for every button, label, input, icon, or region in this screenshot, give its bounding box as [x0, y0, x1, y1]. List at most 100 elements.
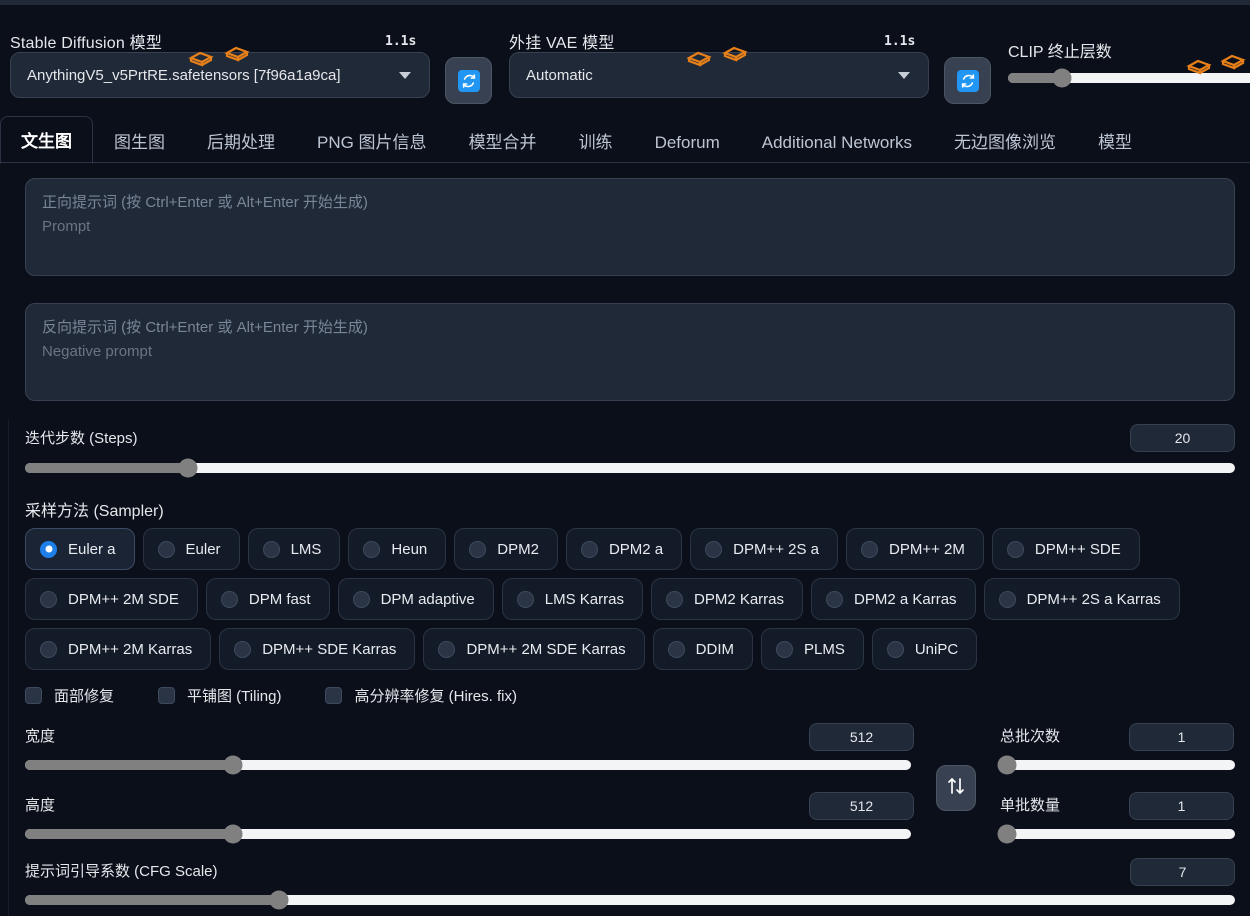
steps-label: 迭代步数 (Steps): [25, 430, 138, 447]
negative-prompt-input[interactable]: 反向提示词 (按 Ctrl+Enter 或 Alt+Enter 开始生成) Ne…: [25, 303, 1235, 401]
checkbox-item-2[interactable]: 高分辨率修复 (Hires. fix): [325, 685, 517, 706]
sampler-option-dpm-sde-karras[interactable]: DPM++ SDE Karras: [219, 628, 416, 670]
batch-count-label: 总批次数: [1000, 728, 1061, 745]
radio-dot-icon: [352, 590, 370, 608]
batch-count-slider-knob[interactable]: [997, 755, 1017, 775]
sampler-option-euler[interactable]: Euler: [142, 528, 240, 570]
steps-slider[interactable]: [25, 458, 1235, 478]
steps-slider-fill: [25, 463, 189, 473]
checkbox-item-0[interactable]: 面部修复: [25, 685, 114, 706]
batch-size-value-input[interactable]: 1: [1129, 792, 1234, 820]
tab-5[interactable]: 训练: [558, 117, 634, 164]
tab-label: 后期处理: [207, 133, 275, 152]
checkbox-icon[interactable]: [325, 687, 343, 704]
cfg-scale-value-input[interactable]: 7: [1130, 858, 1235, 886]
main-tabs: 文生图 图生图 后期处理 PNG 图片信息 模型合并 训练 Deforum Additiona…: [0, 116, 1250, 164]
steps-value-input[interactable]: 20: [1130, 424, 1235, 452]
radio-dot-icon: [826, 590, 844, 608]
sampler-option-label: DPM fast: [248, 590, 311, 608]
batch-size-slider-knob[interactable]: [997, 824, 1017, 844]
sampler-option-ddim[interactable]: DDIM: [652, 628, 753, 670]
batch-size-slider[interactable]: [997, 824, 1235, 844]
sampler-option-label: Euler a: [68, 540, 116, 558]
sampler-option-label: DPM++ SDE: [1034, 540, 1121, 558]
positive-prompt-input[interactable]: 正向提示词 (按 Ctrl+Enter 或 Alt+Enter 开始生成) Pr…: [25, 178, 1235, 276]
vae-model-value: Automatic: [526, 66, 593, 84]
tab-0[interactable]: 文生图: [0, 116, 93, 164]
tab-3[interactable]: PNG 图片信息: [296, 117, 448, 164]
sampler-option-dpm2-a[interactable]: DPM2 a: [565, 528, 683, 570]
checkbox-icon[interactable]: [25, 687, 42, 704]
sampler-option-dpm-adaptive[interactable]: DPM adaptive: [337, 578, 494, 620]
sampler-option-dpm2-karras[interactable]: DPM2 Karras: [650, 578, 804, 620]
sd-model-label: Stable Diffusion 模型: [10, 35, 163, 52]
sd-model-dropdown[interactable]: AnythingV5_v5PrtRE.safetensors [7f96a1a9…: [10, 52, 430, 98]
sampler-radio-group: Euler a Euler LMS Heun DPM2 DPM2 a DPM++ 2S a D…: [25, 528, 1250, 670]
clip-skip-label: CLIP 终止层数: [1008, 44, 1112, 61]
sampler-option-dpm-2m-sde[interactable]: DPM++ 2M SDE: [25, 578, 198, 620]
clip-skip-slider-knob[interactable]: [1052, 68, 1072, 88]
height-slider[interactable]: [25, 824, 911, 844]
width-slider[interactable]: [25, 755, 911, 775]
radio-dot-icon: [667, 640, 685, 658]
height-value-input[interactable]: 512: [809, 792, 914, 820]
cfg-scale-slider[interactable]: [25, 890, 1235, 910]
radio-dot-icon: [157, 540, 175, 558]
width-slider-knob[interactable]: [223, 755, 243, 775]
swap-dimensions-button[interactable]: [936, 765, 976, 811]
sampler-option-dpm-2m[interactable]: DPM++ 2M: [846, 528, 984, 570]
clip-skip-field: CLIP 终止层数: [1008, 38, 1250, 88]
sampler-option-euler-a[interactable]: Euler a: [25, 528, 135, 570]
sampler-option-lms[interactable]: LMS: [247, 528, 341, 570]
tab-label: 文生图: [21, 132, 72, 151]
vae-model-refresh-button[interactable]: [944, 57, 991, 104]
sampler-option-dpm-2s-a[interactable]: DPM++ 2S a: [690, 528, 839, 570]
negative-prompt-placeholder-line2: Negative prompt: [42, 343, 153, 361]
checkbox-item-1[interactable]: 平铺图 (Tiling): [158, 685, 281, 706]
sampler-option-dpm-sde[interactable]: DPM++ SDE: [991, 528, 1140, 570]
chevron-down-icon: [898, 71, 910, 79]
radio-dot-icon: [665, 590, 683, 608]
sampler-option-lms-karras[interactable]: LMS Karras: [501, 578, 643, 620]
tab-4[interactable]: 模型合并: [448, 117, 558, 164]
tab-2[interactable]: 后期处理: [186, 117, 296, 164]
sampler-option-plms[interactable]: PLMS: [760, 628, 864, 670]
checkbox-icon[interactable]: [158, 687, 176, 704]
cfg-scale-label: 提示词引导系数 (CFG Scale): [25, 863, 218, 880]
tab-7[interactable]: Additional Networks: [741, 122, 933, 164]
sampler-option-label: UniPC: [914, 640, 959, 658]
sampler-option-label: DPM++ 2M Karras: [68, 640, 193, 658]
cfg-scale-slider-knob[interactable]: [269, 890, 289, 910]
sampler-option-dpm-2m-sde-karras[interactable]: DPM++ 2M SDE Karras: [423, 628, 645, 670]
width-value-input[interactable]: 512: [809, 723, 914, 751]
batch-count-value-input[interactable]: 1: [1129, 723, 1234, 751]
sampler-option-dpm2[interactable]: DPM2: [454, 528, 558, 570]
sampler-option-label: DPM++ 2S a Karras: [1026, 590, 1161, 608]
sampler-option-heun[interactable]: Heun: [348, 528, 447, 570]
sampler-option-dpm-fast[interactable]: DPM fast: [205, 578, 330, 620]
tab-label: 图生图: [114, 133, 165, 152]
sampler-option-label: Heun: [391, 540, 428, 558]
height-slider-knob[interactable]: [223, 824, 243, 844]
tabs-underline: [0, 162, 1250, 163]
sampler-option-unipc[interactable]: UniPC: [871, 628, 978, 670]
sampler-option-dpm-2s-a-karras[interactable]: DPM++ 2S a Karras: [983, 578, 1180, 620]
batch-count-slider[interactable]: [997, 755, 1235, 775]
tab-8[interactable]: 无边图像浏览: [933, 117, 1077, 164]
tab-1[interactable]: 图生图: [93, 117, 186, 164]
radio-dot-icon: [705, 540, 723, 558]
steps-slider-knob[interactable]: [178, 458, 198, 478]
clip-skip-slider[interactable]: [1008, 68, 1250, 88]
sampler-option-dpm-2m-karras[interactable]: DPM++ 2M Karras: [25, 628, 212, 670]
tab-9[interactable]: 模型: [1077, 117, 1153, 164]
sampler-option-label: DPM2 a: [608, 540, 664, 558]
sd-model-refresh-button[interactable]: [445, 57, 492, 104]
tab-6[interactable]: Deforum: [634, 122, 741, 164]
options-checkbox-row: 面部修复 平铺图 (Tiling) 高分辨率修复 (Hires. fix): [25, 685, 517, 706]
sampler-label: 采样方法 (Sampler): [25, 503, 164, 520]
sampler-option-dpm2-a-karras[interactable]: DPM2 a Karras: [811, 578, 976, 620]
vae-model-dropdown[interactable]: Automatic: [509, 52, 929, 98]
checkbox-label: 面部修复: [54, 688, 115, 705]
radio-dot-icon: [363, 540, 381, 558]
batch-size-label: 单批数量: [1000, 797, 1061, 814]
